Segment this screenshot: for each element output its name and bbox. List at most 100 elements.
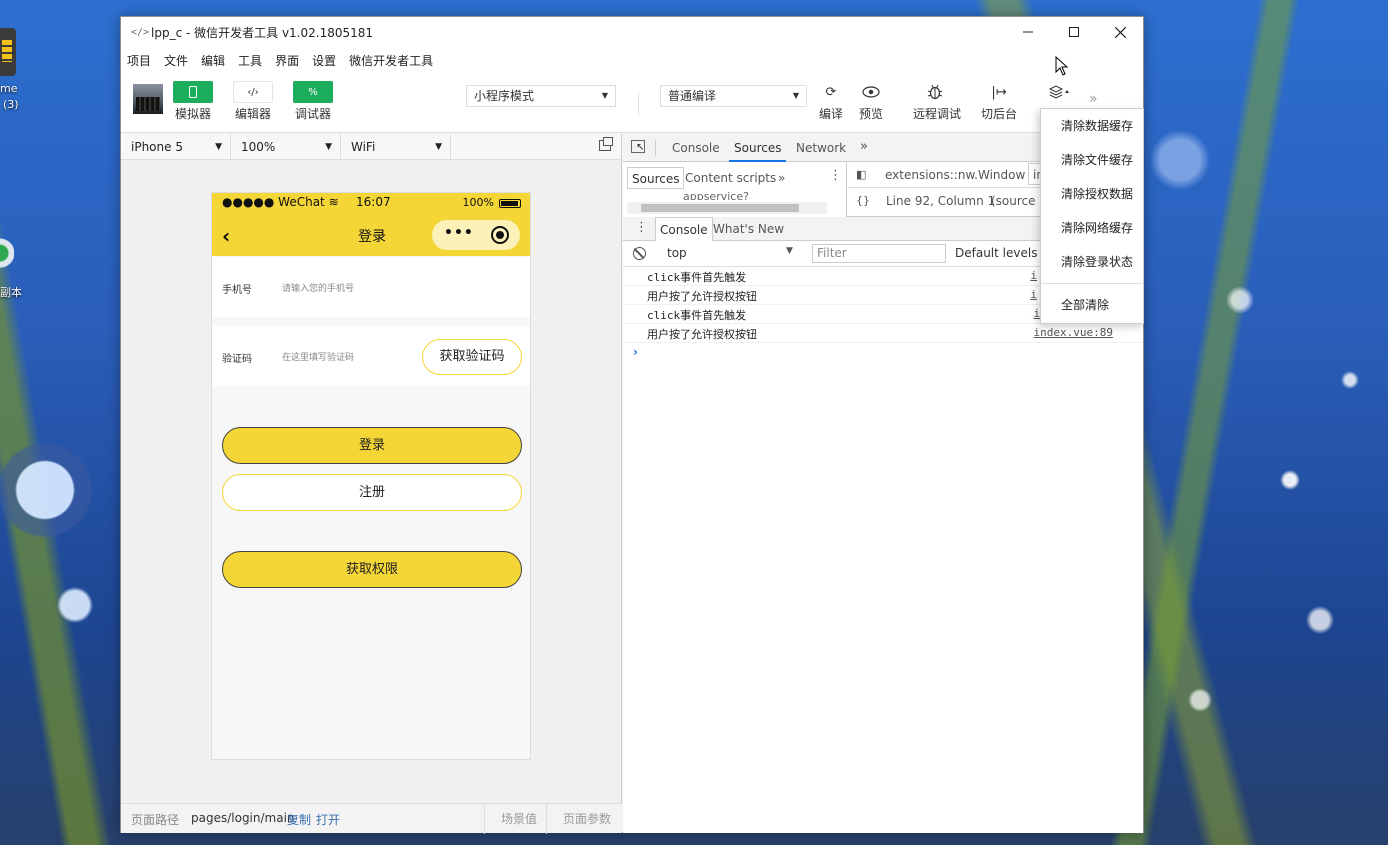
compile-mode-value: 普通编译	[668, 89, 717, 103]
mode-select-value: 小程序模式	[474, 89, 535, 103]
wifi-icon: ≋	[328, 195, 339, 209]
kebab-menu-icon[interactable]: ⋮	[829, 168, 842, 183]
scrollbar-thumb[interactable]	[641, 204, 799, 212]
popout-window-icon[interactable]	[599, 137, 613, 151]
clear-console-icon[interactable]	[633, 247, 646, 260]
desktop-icon-label-count: (3)	[3, 98, 19, 111]
tab-sources[interactable]: Sources	[729, 134, 787, 162]
mouse-cursor-icon	[1055, 56, 1069, 76]
menu-clear-data-cache[interactable]: 清除数据缓存	[1041, 109, 1143, 143]
more-tabs-icon[interactable]: »	[860, 139, 868, 154]
menu-project[interactable]: 项目	[127, 52, 151, 69]
login-button[interactable]: 登录	[222, 427, 522, 464]
background-label: 切后台	[980, 107, 1017, 121]
compile-label: 编译	[818, 107, 843, 121]
menu-clear-login-state[interactable]: 清除登录状态	[1041, 245, 1143, 279]
title-bar[interactable]: </> lpp_c - 微信开发者工具 v1.02.1805181	[121, 17, 1143, 47]
user-avatar[interactable]	[133, 84, 163, 114]
close-icon	[1114, 26, 1126, 38]
device-value: iPhone 5	[131, 140, 183, 154]
drawer-tab-whats-new[interactable]: What's New	[709, 217, 788, 241]
scene-value-button[interactable]: 场景值	[484, 804, 545, 834]
double-chevron-right-icon[interactable]: »	[1089, 91, 1098, 107]
page-params-button[interactable]: 页面参数	[546, 804, 619, 834]
background-button[interactable]: |↦ 切后台	[977, 81, 1021, 122]
desktop-app-icon[interactable]	[0, 28, 16, 76]
compile-button[interactable]: ⟳ 编译	[809, 81, 853, 122]
menu-clear-all[interactable]: 全部清除	[1041, 288, 1143, 322]
mode-select[interactable]: 小程序模式 ▼	[466, 85, 616, 107]
kebab-menu-icon[interactable]: ⋮	[635, 220, 648, 235]
cursor-position: Line 92, Column 1	[886, 194, 996, 208]
sources-navigator: Sources Content scripts » ⋮ appservice?t…	[623, 162, 847, 217]
close-button[interactable]	[1097, 17, 1143, 47]
source-file-item[interactable]: appservice?t=1529509006	[683, 190, 823, 200]
verification-code-input[interactable]: 在这里填写验证码	[282, 350, 354, 363]
tab-console[interactable]: Console	[672, 134, 720, 162]
menu-wechat-devtools[interactable]: 微信开发者工具	[349, 52, 433, 69]
subtab-content-scripts[interactable]: Content scripts	[685, 167, 776, 189]
log-levels-select[interactable]: Default levels ▼	[955, 246, 1051, 260]
context-select[interactable]: top	[667, 246, 687, 260]
menu-clear-file-cache[interactable]: 清除文件缓存	[1041, 143, 1143, 177]
log-source-link[interactable]: i	[1030, 269, 1037, 282]
preview-button[interactable]: 预览	[849, 81, 893, 122]
menu-view[interactable]: 界面	[275, 52, 299, 69]
console-prompt-row[interactable]: ›	[623, 343, 1143, 363]
network-select[interactable]: WiFi ▼	[341, 134, 451, 160]
minimize-button[interactable]	[1005, 17, 1051, 47]
debugger-label: 调试器	[294, 107, 331, 121]
remote-debug-button[interactable]: 远程调试	[913, 81, 961, 122]
menu-settings[interactable]: 设置	[312, 52, 336, 69]
clear-cache-menu: 清除数据缓存 清除文件缓存 清除授权数据 清除网络缓存 清除登录状态 全部清除	[1040, 108, 1144, 324]
menu-edit[interactable]: 编辑	[201, 52, 225, 69]
maximize-button[interactable]	[1051, 17, 1097, 47]
close-target-icon[interactable]	[491, 226, 509, 244]
chevron-down-icon[interactable]: ▼	[786, 246, 793, 256]
chevron-down-icon: ▼	[435, 142, 442, 152]
carrier-signal: ●●●●● WeChat ≋	[222, 195, 339, 209]
pretty-print-icon[interactable]: {}	[856, 194, 870, 207]
chevron-down-icon: ▼	[325, 142, 332, 152]
simulator-footer: 页面路径 pages/login/main 复制 打开 场景值 页面参数	[121, 803, 622, 834]
editor-toggle-button[interactable]: ‹/› 编辑器	[229, 81, 277, 122]
get-permission-button[interactable]: 获取权限	[222, 551, 522, 588]
code-brackets-icon: </>	[131, 26, 150, 38]
open-path-link[interactable]: 打开	[316, 811, 340, 828]
more-subtabs-icon[interactable]: »	[778, 167, 785, 189]
register-button[interactable]: 注册	[222, 474, 522, 511]
clear-cache-button[interactable]	[1037, 81, 1081, 103]
phone-number-input[interactable]: 请输入您的手机号	[282, 281, 354, 294]
menu-file[interactable]: 文件	[164, 52, 188, 69]
more-dots-icon[interactable]: •••	[444, 225, 474, 241]
menu-clear-auth-data[interactable]: 清除授权数据	[1041, 177, 1143, 211]
refresh-icon: ⟳	[813, 81, 849, 103]
menu-clear-network-cache[interactable]: 清除网络缓存	[1041, 211, 1143, 245]
menu-divider	[1041, 283, 1143, 284]
simulator-toggle-button[interactable]: 模拟器	[169, 81, 217, 122]
get-code-button[interactable]: 获取验证码	[422, 339, 522, 375]
menu-tools[interactable]: 工具	[238, 52, 262, 69]
drawer-tab-console[interactable]: Console	[655, 217, 713, 241]
subtab-sources[interactable]: Sources	[627, 167, 685, 189]
toggle-navigator-icon[interactable]: ◧	[856, 168, 866, 181]
battery-percent: 100%	[462, 196, 494, 209]
compile-mode-select[interactable]: 普通编译 ▼	[660, 85, 807, 107]
desktop-shortcut-label: 副本	[0, 286, 22, 299]
log-source-link[interactable]: i	[1030, 288, 1037, 301]
devtools-window: </> lpp_c - 微信开发者工具 v1.02.1805181 项目 文件 …	[120, 16, 1144, 834]
horizontal-scrollbar[interactable]	[627, 202, 827, 214]
copy-path-link[interactable]: 复制	[287, 811, 311, 828]
log-source-link[interactable]: index.vue:89	[1034, 326, 1113, 339]
switch-background-icon: |↦	[981, 81, 1017, 103]
console-filter-input[interactable]: Filter	[812, 244, 946, 263]
phone-screen: ●●●●● WeChat ≋ 16:07 100% ‹ 登录 ••• 手机号 请…	[211, 192, 531, 760]
tab-network[interactable]: Network	[796, 134, 846, 162]
debugger-toggle-button[interactable]: % 调试器	[289, 81, 337, 122]
desktop-shortcut-icon[interactable]	[0, 236, 14, 274]
network-value: WiFi	[351, 140, 376, 154]
device-select[interactable]: iPhone 5 ▼	[121, 134, 231, 160]
inspect-element-icon[interactable]	[631, 140, 645, 153]
zoom-select[interactable]: 100% ▼	[231, 134, 341, 160]
editor-file-tab[interactable]: extensions::nw.Window	[885, 168, 1025, 182]
